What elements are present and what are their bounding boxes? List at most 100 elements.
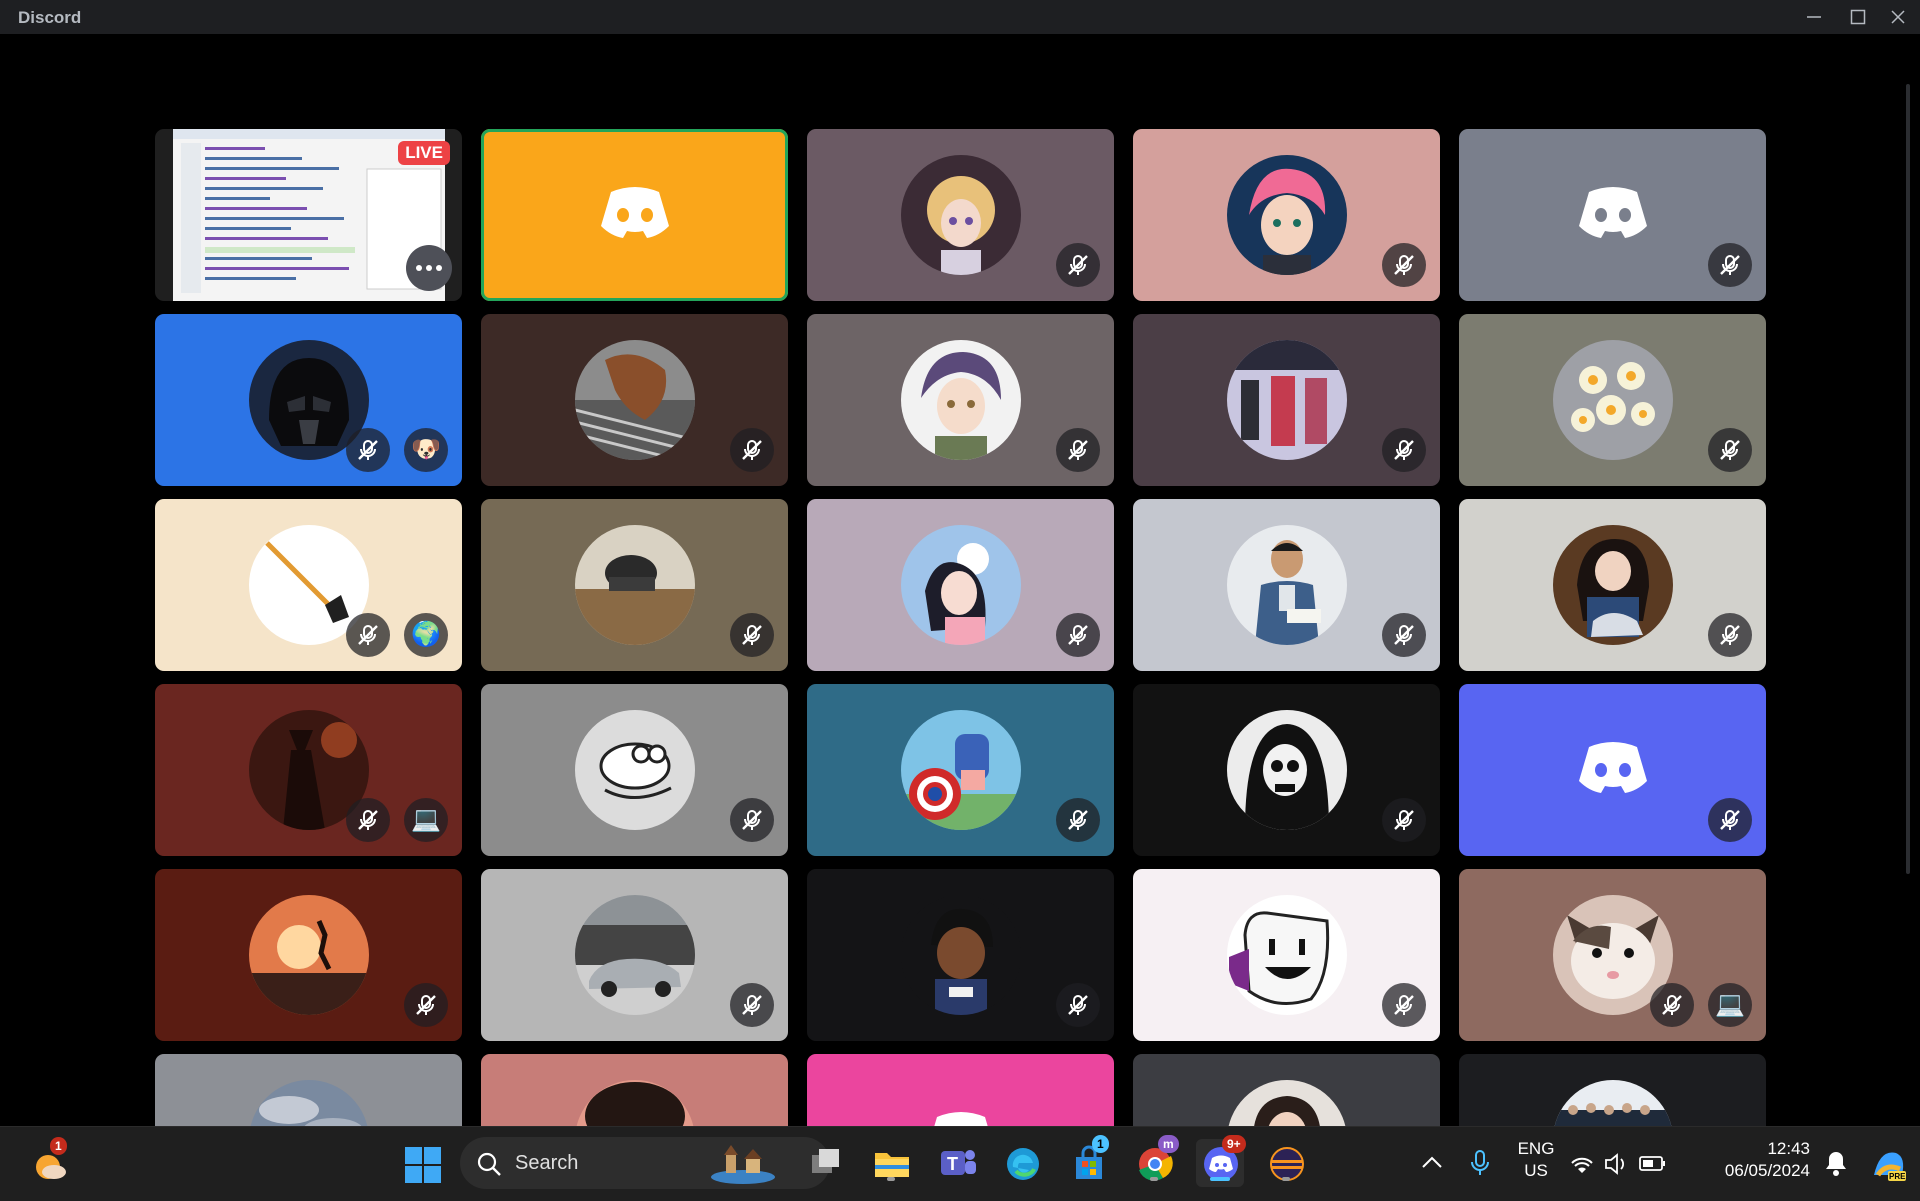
participant-tile[interactable]: [481, 684, 788, 856]
weather-widget[interactable]: 1: [24, 1137, 72, 1187]
participant-tile[interactable]: [1459, 684, 1766, 856]
participant-tile[interactable]: [155, 869, 462, 1041]
globe-activity-icon: 🌍: [404, 613, 448, 657]
battery-icon: [1639, 1156, 1665, 1171]
muted-mic-icon: [1382, 243, 1426, 287]
avatar: [1226, 1080, 1347, 1126]
wifi-icon: [1571, 1157, 1593, 1173]
clock-date: 06/05/2024: [1724, 1161, 1810, 1180]
weather-badge: 1: [50, 1137, 67, 1155]
default-avatar-discord-icon: [1575, 741, 1651, 799]
participant-tile[interactable]: [1133, 499, 1440, 671]
muted-mic-icon: [346, 798, 390, 842]
dog-activity-icon: 🐶: [404, 428, 448, 472]
participant-tile[interactable]: [807, 869, 1114, 1041]
taskbar-search[interactable]: Search: [460, 1137, 830, 1189]
screen-share-tile[interactable]: LIVE: [155, 129, 462, 301]
taskbar-eclipse[interactable]: [1262, 1139, 1310, 1187]
avatar: [1226, 895, 1347, 1015]
active-indicator: [1210, 1177, 1230, 1181]
taskbar-teams[interactable]: T: [933, 1139, 981, 1187]
participant-tile[interactable]: [807, 314, 1114, 486]
muted-mic-icon: [730, 613, 774, 657]
start-button[interactable]: [397, 1139, 445, 1187]
network-volume-battery[interactable]: [1568, 1139, 1688, 1187]
avatar: [574, 1080, 695, 1126]
copilot-button[interactable]: PRE: [1862, 1139, 1910, 1187]
volume-icon: [1605, 1153, 1624, 1175]
language-label: ENG: [1517, 1139, 1555, 1158]
participant-tile[interactable]: [481, 1054, 788, 1126]
running-indicator: [1282, 1177, 1290, 1181]
participant-tile[interactable]: [1133, 684, 1440, 856]
taskbar-store[interactable]: 1: [1064, 1135, 1112, 1187]
windows-taskbar: 1 Search T 1 m 9+ ENG US 12:43 06/05/202…: [0, 1126, 1920, 1201]
muted-mic-icon: [1708, 613, 1752, 657]
participant-tile[interactable]: [1459, 1054, 1766, 1126]
language-switcher[interactable]: ENG US: [1508, 1139, 1564, 1187]
muted-mic-icon: [1382, 983, 1426, 1027]
minimize-button[interactable]: [1792, 0, 1836, 34]
store-badge: 1: [1092, 1135, 1109, 1153]
muted-mic-icon: [730, 983, 774, 1027]
show-hidden-icons-button[interactable]: [1408, 1139, 1456, 1187]
participant-tile[interactable]: [807, 129, 1114, 301]
muted-mic-icon: [730, 428, 774, 472]
maximize-button[interactable]: [1836, 0, 1880, 34]
avatar: [1552, 525, 1673, 645]
participant-tile[interactable]: [1133, 1054, 1440, 1126]
search-highlight-icon: [711, 1145, 775, 1184]
notifications-button[interactable]: [1812, 1139, 1860, 1187]
search-icon: [477, 1152, 501, 1176]
participant-tile[interactable]: [1133, 869, 1440, 1041]
avatar: [900, 710, 1021, 830]
participant-tile[interactable]: [1459, 499, 1766, 671]
clock[interactable]: 12:43 06/05/2024: [1700, 1139, 1810, 1187]
participant-tile[interactable]: [807, 1054, 1114, 1126]
participant-tile[interactable]: [481, 314, 788, 486]
avatar: [1226, 525, 1347, 645]
avatar: [1226, 710, 1347, 830]
running-indicator: [887, 1177, 895, 1181]
more-options-button[interactable]: [406, 245, 452, 291]
teams-icon: T: [941, 1150, 976, 1175]
default-avatar-discord-icon: [1575, 186, 1651, 244]
participant-tile[interactable]: 🌍: [155, 499, 462, 671]
participant-tile[interactable]: [1133, 129, 1440, 301]
search-placeholder: Search: [515, 1152, 579, 1174]
region-label: US: [1524, 1161, 1548, 1180]
participant-tile[interactable]: 💻: [1459, 869, 1766, 1041]
laptop-activity-icon: 💻: [404, 798, 448, 842]
taskbar-edge[interactable]: [998, 1139, 1046, 1187]
participant-tile[interactable]: [155, 1054, 462, 1126]
muted-mic-icon: [1382, 613, 1426, 657]
clock-time: 12:43: [1767, 1139, 1810, 1158]
live-badge: LIVE: [398, 141, 450, 165]
participant-tile[interactable]: 🐶: [155, 314, 462, 486]
avatar: [1226, 155, 1347, 275]
participant-tile[interactable]: [807, 684, 1114, 856]
task-view-button[interactable]: [802, 1139, 850, 1187]
participant-tile[interactable]: [481, 869, 788, 1041]
muted-mic-icon: [1382, 798, 1426, 842]
participant-tile[interactable]: [807, 499, 1114, 671]
participant-tile[interactable]: [481, 129, 788, 301]
taskbar-chrome[interactable]: m: [1130, 1135, 1179, 1187]
window-titlebar: Discord: [0, 0, 1920, 34]
microphone-tray[interactable]: [1456, 1139, 1504, 1187]
participant-tile[interactable]: [1133, 314, 1440, 486]
close-button[interactable]: [1876, 0, 1920, 34]
participant-tile[interactable]: [1459, 129, 1766, 301]
task-view-icon: [812, 1149, 839, 1173]
chrome-profile-badge: m: [1158, 1135, 1179, 1153]
default-avatar-discord-icon: [597, 186, 673, 244]
taskbar-discord[interactable]: 9+: [1196, 1135, 1246, 1187]
taskbar-file-explorer[interactable]: [867, 1139, 915, 1187]
participant-tile[interactable]: [481, 499, 788, 671]
windows-logo-icon: [405, 1147, 441, 1183]
participant-tile[interactable]: 💻: [155, 684, 462, 856]
participant-tile[interactable]: [1459, 314, 1766, 486]
voice-call-grid: LIVE 🐶 🌍 💻 💻: [2, 34, 1916, 1126]
grid-scrollbar[interactable]: [1906, 84, 1910, 874]
chevron-up-icon: [1422, 1156, 1442, 1168]
